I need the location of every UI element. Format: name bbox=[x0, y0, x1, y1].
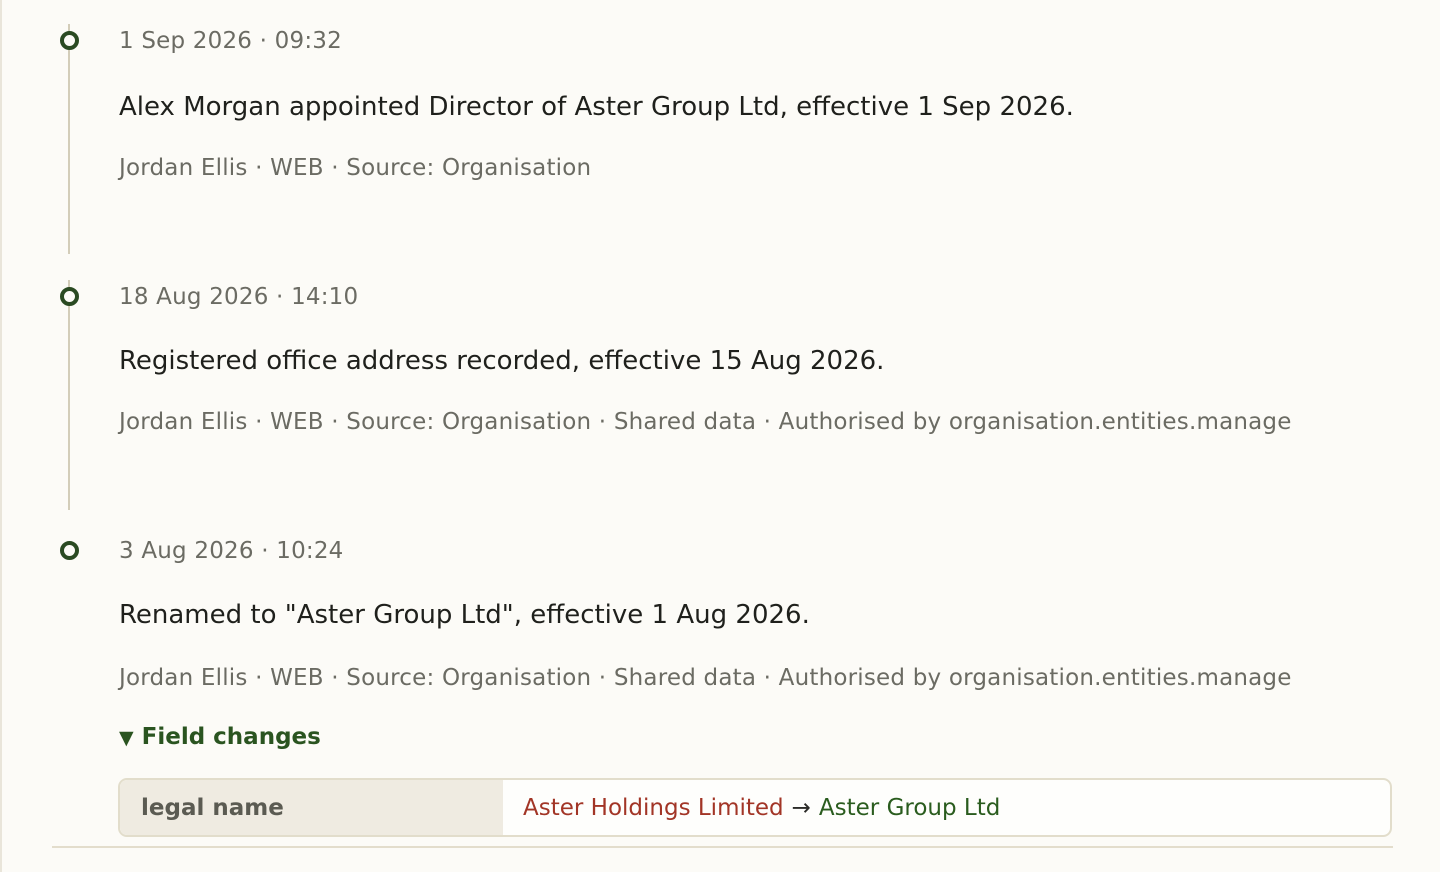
timeline-rail bbox=[68, 280, 70, 510]
field-changes-toggle[interactable]: ▼ Field changes bbox=[119, 724, 321, 750]
event-summary: Alex Morgan appointed Director of Aster … bbox=[119, 92, 1074, 122]
field-changes-label: Field changes bbox=[141, 724, 321, 750]
event-timestamp: 18 Aug 2026 · 14:10 bbox=[119, 284, 359, 310]
timeline-dot-icon bbox=[60, 287, 79, 306]
event-summary: Registered office address recorded, effe… bbox=[119, 346, 885, 376]
disclosure-triangle-icon: ▼ bbox=[119, 727, 134, 749]
event-meta: Jordan Ellis · WEB · Source: Organisatio… bbox=[119, 409, 1292, 435]
new-value: Aster Group Ltd bbox=[818, 794, 1001, 821]
audit-timeline-panel: 1 Sep 2026 · 09:32 Alex Morgan appointed… bbox=[0, 0, 1440, 872]
field-change-name: legal name bbox=[120, 780, 503, 835]
timeline-rail bbox=[68, 24, 70, 254]
event-summary: Renamed to "Aster Group Ltd", effective … bbox=[119, 600, 810, 630]
timeline-dot-icon bbox=[60, 31, 79, 50]
event-timestamp: 1 Sep 2026 · 09:32 bbox=[119, 28, 342, 54]
old-value: Aster Holdings Limited bbox=[523, 794, 784, 821]
timeline-dot-icon bbox=[60, 541, 79, 560]
event-timestamp: 3 Aug 2026 · 10:24 bbox=[119, 538, 344, 564]
divider bbox=[52, 846, 1393, 848]
arrow-right-icon: → bbox=[791, 794, 811, 821]
event-meta: Jordan Ellis · WEB · Source: Organisatio… bbox=[119, 665, 1292, 691]
field-change-diff: Aster Holdings Limited → Aster Group Ltd bbox=[503, 780, 1390, 835]
event-meta: Jordan Ellis · WEB · Source: Organisatio… bbox=[119, 155, 592, 181]
field-changes-table: legal name Aster Holdings Limited → Aste… bbox=[118, 778, 1392, 837]
